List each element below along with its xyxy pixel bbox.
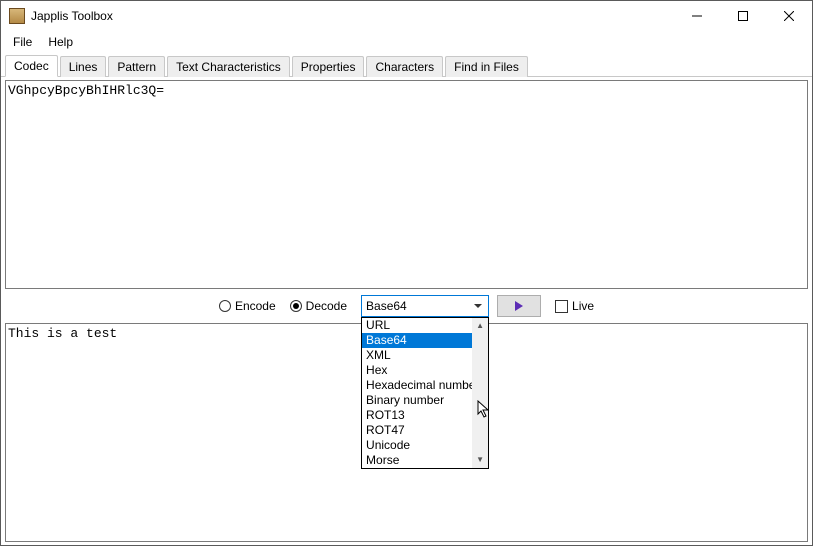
titlebar: Japplis Toolbox (1, 1, 812, 31)
codec-combo-value: Base64 (366, 299, 407, 313)
decode-radio-group[interactable]: Decode (290, 299, 347, 313)
codec-option-hex[interactable]: Hex (362, 363, 488, 378)
menubar: File Help (1, 31, 812, 53)
codec-option-unicode[interactable]: Unicode (362, 438, 488, 453)
decode-radio[interactable] (290, 300, 302, 312)
controls-row: Encode Decode Base64 URL Base64 XML Hex … (3, 290, 810, 322)
codec-option-rot13[interactable]: ROT13 (362, 408, 488, 423)
codec-option-rot47[interactable]: ROT47 (362, 423, 488, 438)
codec-option-url[interactable]: URL (362, 318, 488, 333)
tab-find-in-files[interactable]: Find in Files (445, 56, 528, 77)
codec-combo-display[interactable]: Base64 (361, 295, 489, 317)
tab-codec[interactable]: Codec (5, 55, 58, 77)
input-textarea[interactable] (5, 80, 808, 289)
scroll-down-icon[interactable]: ▼ (472, 452, 488, 468)
decode-label: Decode (306, 299, 347, 313)
encode-radio-group[interactable]: Encode (219, 299, 276, 313)
window-title: Japplis Toolbox (31, 9, 113, 23)
codec-option-binnum[interactable]: Binary number (362, 393, 488, 408)
codec-option-base64[interactable]: Base64 (362, 333, 488, 348)
dropdown-scrollbar[interactable]: ▲ ▼ (472, 318, 488, 468)
run-button[interactable] (497, 295, 541, 317)
codec-option-hexnum[interactable]: Hexadecimal number (362, 378, 488, 393)
encode-radio[interactable] (219, 300, 231, 312)
codec-combo[interactable]: Base64 URL Base64 XML Hex Hexadecimal nu… (361, 295, 489, 317)
minimize-button[interactable] (674, 1, 720, 31)
live-checkbox[interactable] (555, 300, 568, 313)
maximize-icon (738, 11, 748, 21)
menu-help[interactable]: Help (40, 33, 81, 51)
tab-properties[interactable]: Properties (292, 56, 365, 77)
app-icon (9, 8, 25, 24)
live-checkbox-group[interactable]: Live (555, 299, 594, 313)
codec-dropdown-list: URL Base64 XML Hex Hexadecimal number Bi… (361, 317, 489, 469)
play-icon (515, 301, 523, 311)
live-label: Live (572, 299, 594, 313)
minimize-icon (692, 11, 702, 21)
codec-option-xml[interactable]: XML (362, 348, 488, 363)
close-button[interactable] (766, 1, 812, 31)
tab-text-characteristics[interactable]: Text Characteristics (167, 56, 290, 77)
codec-option-morse[interactable]: Morse (362, 453, 488, 468)
encode-label: Encode (235, 299, 276, 313)
scroll-up-icon[interactable]: ▲ (472, 318, 488, 334)
tab-pattern[interactable]: Pattern (108, 56, 165, 77)
maximize-button[interactable] (720, 1, 766, 31)
app-window: Japplis Toolbox File Help Codec Lines Pa… (0, 0, 813, 546)
content-area: Encode Decode Base64 URL Base64 XML Hex … (1, 77, 812, 545)
tab-characters[interactable]: Characters (366, 56, 443, 77)
menu-file[interactable]: File (5, 33, 40, 51)
tab-lines[interactable]: Lines (60, 56, 107, 77)
tab-row: Codec Lines Pattern Text Characteristics… (1, 53, 812, 77)
close-icon (784, 11, 794, 21)
